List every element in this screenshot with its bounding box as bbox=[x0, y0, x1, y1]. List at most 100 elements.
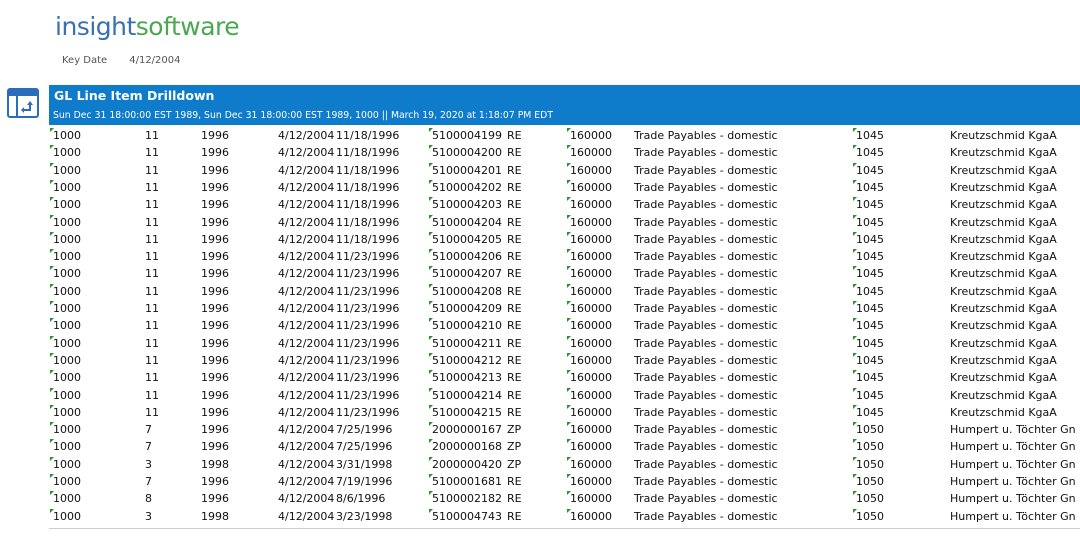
cell-key-date[interactable]: 4/12/2004 bbox=[278, 250, 334, 264]
cell-gl-account[interactable]: 160000 bbox=[570, 423, 612, 437]
cell-key-date[interactable]: 4/12/2004 bbox=[278, 371, 334, 385]
cell-gl-account[interactable]: 160000 bbox=[570, 181, 612, 195]
cell-key-date[interactable]: 4/12/2004 bbox=[278, 285, 334, 299]
cell-key-date[interactable]: 4/12/2004 bbox=[278, 319, 334, 333]
cell-period[interactable]: 3 bbox=[145, 510, 152, 524]
cell-vendor-name[interactable]: Kreutzschmid KgaA bbox=[950, 406, 1057, 420]
cell-gl-account[interactable]: 160000 bbox=[570, 267, 612, 281]
cell-account-description[interactable]: Trade Payables - domestic bbox=[634, 492, 778, 506]
cell-account-description[interactable]: Trade Payables - domestic bbox=[634, 267, 778, 281]
cell-document-number[interactable]: 5100002182 bbox=[432, 492, 502, 506]
cell-vendor-number[interactable]: 1045 bbox=[856, 164, 884, 178]
cell-posting-date[interactable]: 11/18/1996 bbox=[336, 129, 399, 143]
cell-account-description[interactable]: Trade Payables - domestic bbox=[634, 181, 778, 195]
cell-period[interactable]: 11 bbox=[145, 354, 159, 368]
cell-period[interactable]: 8 bbox=[145, 492, 152, 506]
cell-posting-date[interactable]: 7/25/1996 bbox=[336, 440, 392, 454]
cell-posting-date[interactable]: 11/18/1996 bbox=[336, 146, 399, 160]
cell-document-type[interactable]: RE bbox=[507, 475, 522, 489]
cell-key-date[interactable]: 4/12/2004 bbox=[278, 233, 334, 247]
cell-vendor-number[interactable]: 1045 bbox=[856, 337, 884, 351]
cell-key-date[interactable]: 4/12/2004 bbox=[278, 492, 334, 506]
table-row[interactable]: 1000 11 1996 4/12/2004 11/23/1996 5100004209 R… bbox=[49, 301, 1080, 318]
cell-fiscal-year[interactable]: 1996 bbox=[201, 198, 229, 212]
cell-key-date[interactable]: 4/12/2004 bbox=[278, 146, 334, 160]
cell-fiscal-year[interactable]: 1996 bbox=[201, 285, 229, 299]
cell-vendor-number[interactable]: 1045 bbox=[856, 129, 884, 143]
cell-period[interactable]: 7 bbox=[145, 423, 152, 437]
cell-posting-date[interactable]: 11/18/1996 bbox=[336, 198, 399, 212]
cell-account-description[interactable]: Trade Payables - domestic bbox=[634, 354, 778, 368]
cell-vendor-number[interactable]: 1045 bbox=[856, 250, 884, 264]
cell-vendor-name[interactable]: Kreutzschmid KgaA bbox=[950, 354, 1057, 368]
cell-document-number[interactable]: 5100004199 bbox=[432, 129, 502, 143]
cell-fiscal-year[interactable]: 1996 bbox=[201, 337, 229, 351]
cell-posting-date[interactable]: 11/23/1996 bbox=[336, 354, 399, 368]
cell-period[interactable]: 11 bbox=[145, 129, 159, 143]
cell-company-code[interactable]: 1000 bbox=[53, 337, 81, 351]
cell-account-description[interactable]: Trade Payables - domestic bbox=[634, 440, 778, 454]
cell-document-type[interactable]: RE bbox=[507, 233, 522, 247]
table-row[interactable]: 1000 11 1996 4/12/2004 11/23/1996 5100004206 R… bbox=[49, 249, 1080, 266]
cell-account-description[interactable]: Trade Payables - domestic bbox=[634, 146, 778, 160]
cell-company-code[interactable]: 1000 bbox=[53, 129, 81, 143]
cell-account-description[interactable]: Trade Payables - domestic bbox=[634, 389, 778, 403]
line-item-grid[interactable]: 1000 11 1996 4/12/2004 11/18/1996 5100004199 R… bbox=[49, 128, 1080, 529]
cell-gl-account[interactable]: 160000 bbox=[570, 319, 612, 333]
table-row[interactable]: 1000 11 1996 4/12/2004 11/23/1996 5100004212 R… bbox=[49, 352, 1080, 370]
cell-vendor-number[interactable]: 1045 bbox=[856, 198, 884, 212]
cell-vendor-name[interactable]: Kreutzschmid KgaA bbox=[950, 371, 1057, 385]
cell-account-description[interactable]: Trade Payables - domestic bbox=[634, 319, 778, 333]
cell-vendor-name[interactable]: Humpert u. Töchter Gn bbox=[950, 440, 1076, 454]
cell-key-date[interactable]: 4/12/2004 bbox=[278, 458, 334, 472]
cell-document-number[interactable]: 5100004201 bbox=[432, 164, 502, 178]
cell-gl-account[interactable]: 160000 bbox=[570, 510, 612, 524]
cell-document-type[interactable]: ZP bbox=[507, 458, 521, 472]
cell-document-number[interactable]: 5100004203 bbox=[432, 198, 502, 212]
cell-document-type[interactable]: RE bbox=[507, 492, 522, 506]
cell-key-date[interactable]: 4/12/2004 bbox=[278, 423, 334, 437]
cell-gl-account[interactable]: 160000 bbox=[570, 492, 612, 506]
cell-company-code[interactable]: 1000 bbox=[53, 389, 81, 403]
cell-company-code[interactable]: 1000 bbox=[53, 475, 81, 489]
table-row[interactable]: 1000 11 1996 4/12/2004 11/23/1996 5100004211 R… bbox=[49, 335, 1080, 353]
cell-fiscal-year[interactable]: 1996 bbox=[201, 129, 229, 143]
cell-posting-date[interactable]: 3/23/1998 bbox=[336, 510, 392, 524]
table-row[interactable]: 1000 11 1996 4/12/2004 11/18/1996 5100004203 R… bbox=[49, 197, 1080, 214]
cell-document-number[interactable]: 5100004209 bbox=[432, 302, 502, 316]
cell-document-number[interactable]: 5100004200 bbox=[432, 146, 502, 160]
cell-key-date[interactable]: 4/12/2004 bbox=[278, 337, 334, 351]
cell-vendor-number[interactable]: 1045 bbox=[856, 181, 884, 195]
cell-document-number[interactable]: 5100004210 bbox=[432, 319, 502, 333]
cell-document-type[interactable]: RE bbox=[507, 146, 522, 160]
cell-company-code[interactable]: 1000 bbox=[53, 492, 81, 506]
cell-key-date[interactable]: 4/12/2004 bbox=[278, 475, 334, 489]
cell-key-date[interactable]: 4/12/2004 bbox=[278, 216, 334, 230]
table-row[interactable]: 1000 11 1996 4/12/2004 11/23/1996 5100004215 R… bbox=[49, 404, 1080, 422]
cell-account-description[interactable]: Trade Payables - domestic bbox=[634, 129, 778, 143]
cell-account-description[interactable]: Trade Payables - domestic bbox=[634, 371, 778, 385]
cell-period[interactable]: 11 bbox=[145, 233, 159, 247]
cell-period[interactable]: 11 bbox=[145, 267, 159, 281]
cell-key-date[interactable]: 4/12/2004 bbox=[278, 164, 334, 178]
cell-period[interactable]: 11 bbox=[145, 302, 159, 316]
cell-posting-date[interactable]: 11/18/1996 bbox=[336, 233, 399, 247]
cell-gl-account[interactable]: 160000 bbox=[570, 233, 612, 247]
cell-posting-date[interactable]: 11/18/1996 bbox=[336, 216, 399, 230]
cell-vendor-name[interactable]: Kreutzschmid KgaA bbox=[950, 216, 1057, 230]
cell-vendor-number[interactable]: 1045 bbox=[856, 267, 884, 281]
cell-key-date[interactable]: 4/12/2004 bbox=[278, 129, 334, 143]
cell-vendor-name[interactable]: Kreutzschmid KgaA bbox=[950, 302, 1057, 316]
cell-vendor-name[interactable]: Kreutzschmid KgaA bbox=[950, 198, 1057, 212]
cell-company-code[interactable]: 1000 bbox=[53, 371, 81, 385]
cell-fiscal-year[interactable]: 1998 bbox=[201, 510, 229, 524]
cell-period[interactable]: 11 bbox=[145, 319, 159, 333]
cell-vendor-name[interactable]: Kreutzschmid KgaA bbox=[950, 319, 1057, 333]
cell-vendor-name[interactable]: Kreutzschmid KgaA bbox=[950, 146, 1057, 160]
cell-document-number[interactable]: 2000000167 bbox=[432, 423, 502, 437]
cell-period[interactable]: 3 bbox=[145, 458, 152, 472]
cell-company-code[interactable]: 1000 bbox=[53, 406, 81, 420]
table-row[interactable]: 1000 11 1996 4/12/2004 11/18/1996 5100004204 R… bbox=[49, 214, 1080, 232]
cell-gl-account[interactable]: 160000 bbox=[570, 129, 612, 143]
cell-document-number[interactable]: 5100001681 bbox=[432, 475, 502, 489]
